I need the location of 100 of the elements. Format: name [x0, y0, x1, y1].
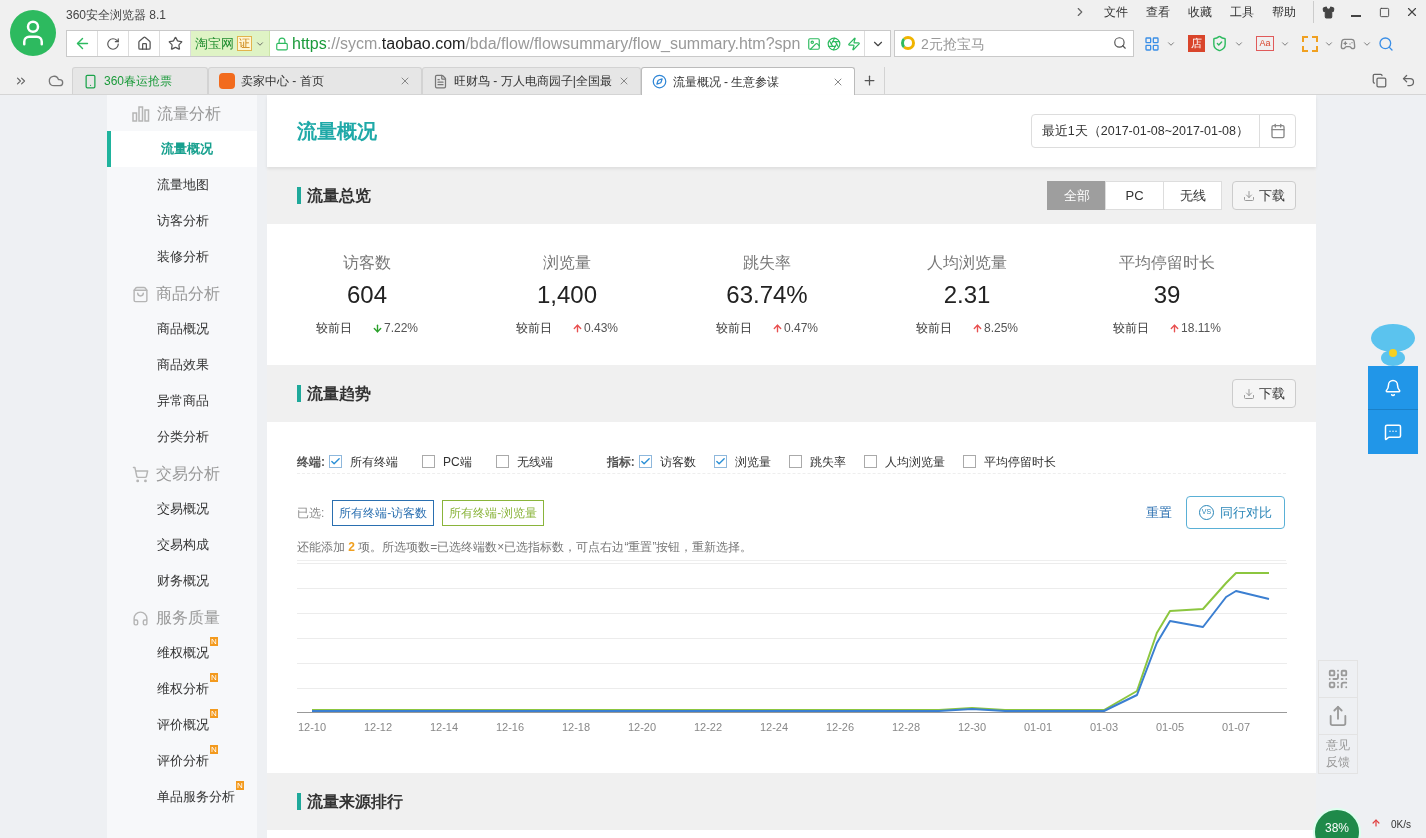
sidebar-item[interactable]: 维权分析 N [107, 671, 257, 707]
change-value: 18.11% [1181, 320, 1221, 337]
tab-title: 360春运抢票 [104, 73, 174, 90]
apps-icon[interactable] [1144, 35, 1160, 52]
axis-label: 12-12 [362, 720, 394, 735]
compare-label: 较前日 [516, 320, 552, 337]
sidebar-item[interactable]: 流量地图 [107, 167, 257, 203]
sidebar-item[interactable]: 分类分析 [107, 419, 257, 455]
segment-tab[interactable]: PC [1105, 181, 1164, 210]
menu-item[interactable]: 收藏 [1179, 3, 1221, 21]
change-value: 7.22% [384, 320, 418, 337]
sidebar-item[interactable]: 单品服务分析 N [107, 779, 257, 815]
sidebar-group-title: 商品分析 [156, 284, 220, 304]
metric-label: 平均停留时长 [1119, 253, 1215, 273]
sidebar-item[interactable]: 交易概况 [107, 491, 257, 527]
selected-tag[interactable]: 所有终端-访客数 [332, 499, 435, 526]
undo-icon[interactable] [1401, 73, 1416, 88]
metric-value: 2.31 [943, 280, 991, 310]
sidebar-item[interactable]: 异常商品 [107, 383, 257, 419]
sidebar-item-label: 装修分析 [157, 248, 209, 267]
axis-label: 12-30 [956, 720, 988, 735]
browser-tab[interactable]: 旺财鸟 - 万人电商园子|全国最 [422, 67, 641, 94]
windows-icon[interactable] [1372, 73, 1387, 88]
shield-icon[interactable] [1211, 35, 1228, 52]
phone-icon [83, 73, 98, 89]
section-title: 流量来源排行 [307, 791, 403, 812]
sidebar-item-label: 单品服务分析 [157, 788, 235, 807]
sidebar-item[interactable]: 商品效果 [107, 347, 257, 383]
metric-value: 39 [1153, 280, 1181, 310]
sidebar-item-label: 访客分析 [157, 212, 209, 231]
browser-tab[interactable]: 流量概况 - 生意参谋 [640, 67, 855, 95]
change-value: 8.25% [984, 320, 1018, 337]
search-icon[interactable] [1113, 36, 1127, 50]
zoom-icon[interactable] [1378, 35, 1394, 52]
checkbox[interactable] [638, 455, 652, 468]
axis-label: 01-07 [1220, 720, 1252, 735]
sidebar-item[interactable]: 访客分析 [107, 203, 257, 239]
axis-label: 12-24 [758, 720, 790, 735]
download-icon [1243, 387, 1255, 400]
metric-label: 访客数 [343, 253, 391, 273]
sidebar-item[interactable]: 维权概况 N [107, 635, 257, 671]
sidebar-item-label: 流量地图 [157, 176, 209, 195]
checkbox[interactable] [495, 455, 509, 468]
shop-button[interactable]: 店 [1188, 35, 1205, 52]
checkbox-label: 平均停留时长 [983, 453, 1056, 471]
segment-tab[interactable]: 无线 [1163, 181, 1222, 210]
bar-chart-icon [132, 106, 150, 122]
download-button[interactable]: 下载 [1232, 181, 1296, 210]
checkbox[interactable] [422, 455, 435, 468]
checkbox[interactable] [713, 455, 727, 468]
user-avatar-icon[interactable] [10, 10, 56, 56]
change-value: 0.43% [584, 320, 618, 337]
download-icon [1243, 189, 1255, 202]
search-engine-icon[interactable] [901, 36, 915, 50]
checkbox-label: 访客数 [659, 453, 696, 471]
sidebar-item[interactable]: 财务概况 [107, 563, 257, 599]
axis-label: 01-01 [1022, 720, 1054, 735]
sidebar-item[interactable]: 评价分析 N [107, 743, 257, 779]
checkbox[interactable] [788, 455, 802, 468]
chat-button[interactable] [1368, 410, 1418, 454]
checkbox[interactable] [962, 455, 976, 468]
menu-item[interactable]: 帮助 [1263, 3, 1305, 21]
metric-label: 人均浏览量 [927, 253, 1007, 273]
browser-tab[interactable]: 卖家中心 - 首页 [208, 67, 422, 94]
checkbox-label: 跳失率 [809, 453, 846, 471]
checkbox[interactable] [329, 455, 342, 468]
metric-value: 1,400 [536, 280, 598, 310]
close-icon [1405, 5, 1419, 19]
metric-label: 浏览量 [543, 253, 591, 273]
axis-label: 12-10 [296, 720, 328, 735]
chat-icon [1384, 423, 1402, 441]
download-button[interactable]: 下载 [1232, 379, 1296, 408]
sidebar-item-label: 异常商品 [157, 392, 209, 411]
date-range-picker[interactable]: 最近1天（2017-01-08~2017-01-08） [1030, 114, 1296, 148]
menu-item[interactable]: 文件 [1095, 3, 1137, 21]
sidebar-item[interactable]: 交易构成 [107, 527, 257, 563]
sidebar-item[interactable]: 装修分析 [107, 239, 257, 275]
notification-button[interactable] [1368, 366, 1418, 410]
memory-badge[interactable]: 38% [1313, 808, 1361, 838]
close-tab-icon[interactable] [399, 75, 411, 87]
sidebar-item[interactable]: 评价概况 N [107, 707, 257, 743]
checkbox-label: 无线端 [516, 453, 553, 471]
share-icon [1327, 705, 1349, 727]
sidebar-group-title: 服务质量 [156, 608, 220, 628]
search-field[interactable]: 2元抢宝马 [894, 30, 1134, 57]
axis-label: 12-26 [824, 720, 856, 735]
sidebar-item-label: 流量概况 [161, 140, 213, 159]
filter-label: 终端: [297, 453, 325, 471]
sidebar-group-title: 交易分析 [156, 464, 220, 484]
translate-button[interactable]: Aa [1256, 36, 1274, 51]
sidebar-item[interactable]: 商品概况 [107, 311, 257, 347]
calendar-icon[interactable] [1269, 123, 1286, 139]
menu-item[interactable]: 工具 [1221, 3, 1263, 21]
tab-title: 流量概况 - 生意参谋 [672, 73, 781, 91]
sidebar-item-label: 财务概况 [157, 572, 209, 591]
page-icon [433, 73, 448, 89]
menu-item[interactable]: 查看 [1137, 3, 1179, 21]
reset-link[interactable]: 重置 [1146, 502, 1172, 523]
filter-label: 指标: [606, 453, 635, 471]
checkbox[interactable] [863, 455, 877, 468]
